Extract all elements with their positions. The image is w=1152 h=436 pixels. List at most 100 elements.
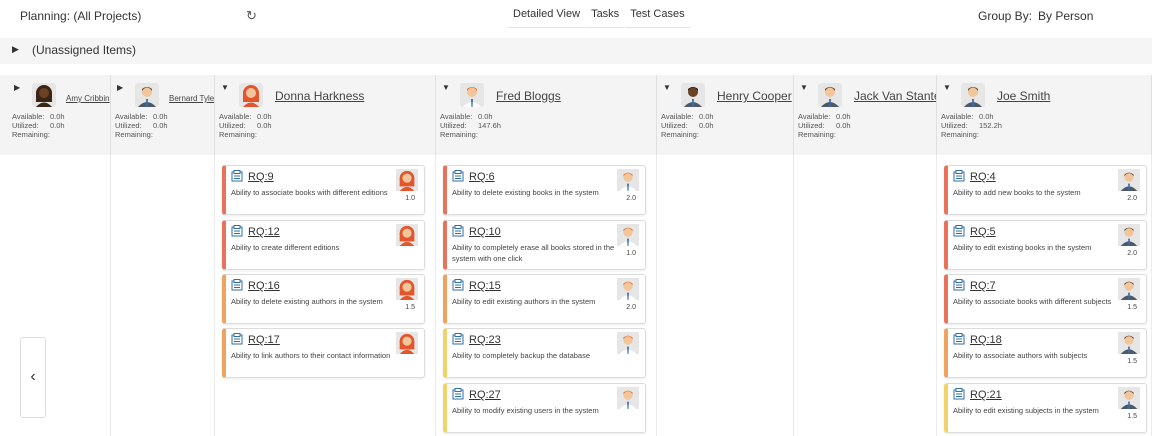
requirement-id-link[interactable]: RQ:17 [248, 334, 280, 346]
requirement-card[interactable]: RQ:5 Ability to edit existing books in t… [944, 220, 1147, 270]
estimate-value: 2.0 [1127, 195, 1137, 202]
owner-avatar [1118, 223, 1140, 247]
person-capacity-stats: Available: 0.0h Utilized: 0.0h Remaining: [798, 112, 851, 139]
person-name-link[interactable]: Jack Van Stanten [854, 89, 936, 103]
person-column-header-joe-smith: ▼ Joe Smith Available: 0.0h Utilized: 152.… [937, 75, 1152, 155]
requirement-id-link[interactable]: RQ:10 [469, 226, 501, 238]
requirement-id-link[interactable]: RQ:21 [970, 389, 1002, 401]
person-column-header-amy-cribbin: ▶ Amy Cribbin Available: 0.0h Utilized: 0.… [8, 75, 111, 155]
requirement-description: Ability to associate books with differen… [231, 188, 388, 197]
requirement-card[interactable]: RQ:18 Ability to associate authors with … [944, 328, 1147, 378]
estimate-value: 2.0 [1127, 250, 1137, 257]
expand-caret-icon[interactable]: ▶ [14, 83, 20, 92]
requirement-icon [953, 279, 965, 291]
requirement-card[interactable]: RQ:23 Ability to completely backup the d… [443, 328, 646, 378]
utilized-value: 0.0h [257, 121, 272, 130]
owner-avatar [617, 168, 639, 192]
person-capacity-stats: Available: 0.0h Utilized: 152.2h Remaining… [941, 112, 1002, 139]
previous-page-button[interactable]: ‹ [20, 337, 46, 418]
unassigned-items-row[interactable]: ▶ (Unassigned Items) [0, 38, 1152, 64]
requirement-icon [231, 333, 243, 345]
requirement-id-link[interactable]: RQ:9 [248, 171, 274, 183]
requirement-card[interactable]: RQ:21 Ability to edit existing subjects … [944, 383, 1147, 433]
expand-caret-icon[interactable]: ▼ [442, 83, 450, 92]
requirement-card[interactable]: RQ:10 Ability to completely erase all bo… [443, 220, 646, 270]
person-capacity-stats: Available: 0.0h Utilized: 147.6h Remaining… [440, 112, 501, 139]
requirement-description: Ability to edit existing books in the sy… [953, 243, 1092, 252]
tab-tasks[interactable]: Tasks [586, 2, 625, 28]
person-capacity-stats: Available: 0.0h Utilized: 0.0h Remaining: [219, 112, 272, 139]
person-column-header-donna-harkness: ▼ Donna Harkness Available: 0.0h Utilized… [215, 75, 436, 155]
requirement-id-link[interactable]: RQ:12 [248, 226, 280, 238]
requirement-card[interactable]: RQ:12 Ability to create different editio… [222, 220, 425, 270]
requirement-id-link[interactable]: RQ:18 [970, 334, 1002, 346]
person-name-link[interactable]: Donna Harkness [275, 89, 364, 103]
avatar [961, 83, 985, 107]
expand-caret-icon[interactable]: ▼ [221, 83, 229, 92]
owner-avatar [396, 331, 418, 355]
remaining-label: Remaining: [798, 130, 836, 139]
requirement-description: Ability to edit existing subjects in the… [953, 406, 1099, 415]
estimate-value: 1.5 [1127, 358, 1137, 365]
available-value: 0.0h [979, 112, 994, 121]
person-capacity-stats: Available: 0.0h Utilized: 0.0h Remaining: [12, 112, 65, 139]
requirement-card[interactable]: RQ:7 Ability to associate books with dif… [944, 274, 1147, 324]
available-value: 0.0h [478, 112, 493, 121]
tab-detailed-view[interactable]: Detailed View [508, 2, 586, 28]
owner-avatar [617, 331, 639, 355]
requirement-icon [953, 333, 965, 345]
available-label: Available: [219, 112, 252, 121]
refresh-icon[interactable]: ↻ [246, 8, 257, 24]
tab-test-cases[interactable]: Test Cases [625, 2, 690, 28]
expand-caret-icon[interactable]: ▼ [943, 83, 951, 92]
person-column-header-jack-van-stanten: ▼ Jack Van Stanten Available: 0.0h Utiliz… [794, 75, 937, 155]
requirement-card[interactable]: RQ:9 Ability to associate books with dif… [222, 165, 425, 215]
requirement-id-link[interactable]: RQ:23 [469, 334, 501, 346]
requirement-icon [953, 170, 965, 182]
requirement-card[interactable]: RQ:17 Ability to link authors to their c… [222, 328, 425, 378]
requirement-description: Ability to link authors to their contact… [231, 351, 391, 360]
expand-caret-icon[interactable]: ▶ [117, 83, 123, 92]
planning-scope-selector[interactable]: Planning: (All Projects) [20, 9, 141, 23]
requirement-card[interactable]: RQ:6 Ability to delete existing books in… [443, 165, 646, 215]
requirement-card[interactable]: RQ:15 Ability to edit existing authors i… [443, 274, 646, 324]
requirement-id-link[interactable]: RQ:15 [469, 280, 501, 292]
expand-caret-icon[interactable]: ▼ [663, 83, 671, 92]
avatar [681, 83, 705, 107]
available-value: 0.0h [50, 112, 65, 121]
owner-avatar [1118, 386, 1140, 410]
requirement-id-link[interactable]: RQ:4 [970, 171, 996, 183]
group-by-select[interactable]: By Person [1038, 9, 1093, 23]
requirement-icon [452, 225, 464, 237]
person-name-link[interactable]: Amy Cribbin [66, 94, 110, 103]
utilized-label: Utilized: [661, 121, 688, 130]
requirement-id-link[interactable]: RQ:7 [970, 280, 996, 292]
requirement-card[interactable]: RQ:16 Ability to delete existing authors… [222, 274, 425, 324]
owner-avatar [396, 168, 418, 192]
requirement-description: Ability to completely erase all books st… [452, 243, 615, 263]
requirement-description: Ability to add new books to the system [953, 188, 1081, 197]
person-name-link[interactable]: Joe Smith [997, 89, 1050, 103]
person-name-link[interactable]: Henry Cooper [717, 89, 792, 103]
requirement-id-link[interactable]: RQ:5 [970, 226, 996, 238]
expand-caret-icon[interactable]: ▼ [800, 83, 808, 92]
person-name-link[interactable]: Bernard Tyler [169, 94, 214, 103]
requirement-id-link[interactable]: RQ:16 [248, 280, 280, 292]
expand-caret-icon[interactable]: ▶ [12, 44, 19, 55]
remaining-label: Remaining: [12, 130, 50, 139]
requirement-id-link[interactable]: RQ:27 [469, 389, 501, 401]
owner-avatar [1118, 168, 1140, 192]
avatar [239, 83, 263, 107]
estimate-value: 1.5 [1127, 413, 1137, 420]
group-by-label: Group By: [978, 9, 1033, 23]
person-name-link[interactable]: Fred Bloggs [496, 89, 561, 103]
utilized-value: 0.0h [699, 121, 714, 130]
requirement-card[interactable]: RQ:27 Ability to modify existing users i… [443, 383, 646, 433]
owner-avatar [617, 277, 639, 301]
requirement-description: Ability to create different editions [231, 243, 340, 252]
utilized-label: Utilized: [12, 121, 39, 130]
available-value: 0.0h [836, 112, 851, 121]
requirement-card[interactable]: RQ:4 Ability to add new books to the sys… [944, 165, 1147, 215]
requirement-id-link[interactable]: RQ:6 [469, 171, 495, 183]
owner-avatar [1118, 331, 1140, 355]
